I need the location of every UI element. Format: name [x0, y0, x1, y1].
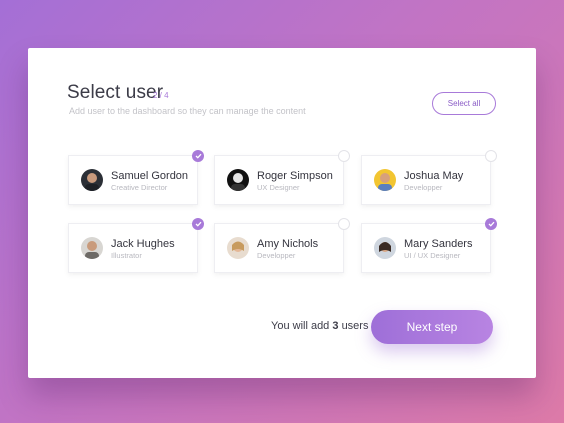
step-indicator: 2 / 4 [153, 91, 169, 100]
unchecked-circle-icon[interactable] [485, 150, 497, 162]
user-role: UI / UX Designer [404, 251, 461, 260]
user-card-jack-hughes[interactable]: Jack Hughes Illustrator [68, 218, 204, 273]
summary-suffix: users [341, 320, 369, 332]
user-card-roger-simpson[interactable]: Roger Simpson UX Designer [214, 150, 350, 205]
avatar [374, 237, 396, 259]
user-name: Jack Hughes [111, 238, 175, 250]
summary-prefix: You will add [271, 320, 330, 332]
user-name: Roger Simpson [257, 170, 333, 182]
avatar [227, 169, 249, 191]
user-name: Amy Nichols [257, 238, 319, 250]
selected-count: 3 [332, 320, 339, 332]
user-card-joshua-may[interactable]: Joshua May Developper [361, 150, 497, 205]
user-card-amy-nichols[interactable]: Amy Nichols Developper [214, 218, 350, 273]
user-role: Developper [257, 251, 296, 260]
next-step-button[interactable]: Next step [371, 310, 493, 344]
check-icon[interactable] [192, 150, 204, 162]
user-role: Illustrator [111, 251, 142, 260]
avatar [81, 169, 103, 191]
select-all-button[interactable]: Select all [432, 92, 496, 115]
user-card-mary-sanders[interactable]: Mary Sanders UI / UX Designer [361, 218, 497, 273]
user-role: Creative Director [111, 183, 168, 192]
check-icon[interactable] [192, 218, 204, 230]
avatar [374, 169, 396, 191]
user-card-samuel-gordon[interactable]: Samuel Gordon Creative Director [68, 150, 204, 205]
select-user-modal: Select user 2 / 4 Add user to the dashbo… [28, 48, 536, 378]
page-subtitle: Add user to the dashboard so they can ma… [69, 106, 306, 116]
unchecked-circle-icon[interactable] [338, 218, 350, 230]
avatar [81, 237, 103, 259]
user-name: Mary Sanders [404, 238, 473, 250]
user-name: Joshua May [404, 170, 464, 182]
user-role: UX Designer [257, 183, 300, 192]
user-role: Developper [404, 183, 443, 192]
avatar [227, 237, 249, 259]
unchecked-circle-icon[interactable] [338, 150, 350, 162]
check-icon[interactable] [485, 218, 497, 230]
page-title: Select user [67, 82, 164, 103]
user-name: Samuel Gordon [111, 170, 189, 182]
selection-summary: You will add 3 users [271, 320, 368, 332]
